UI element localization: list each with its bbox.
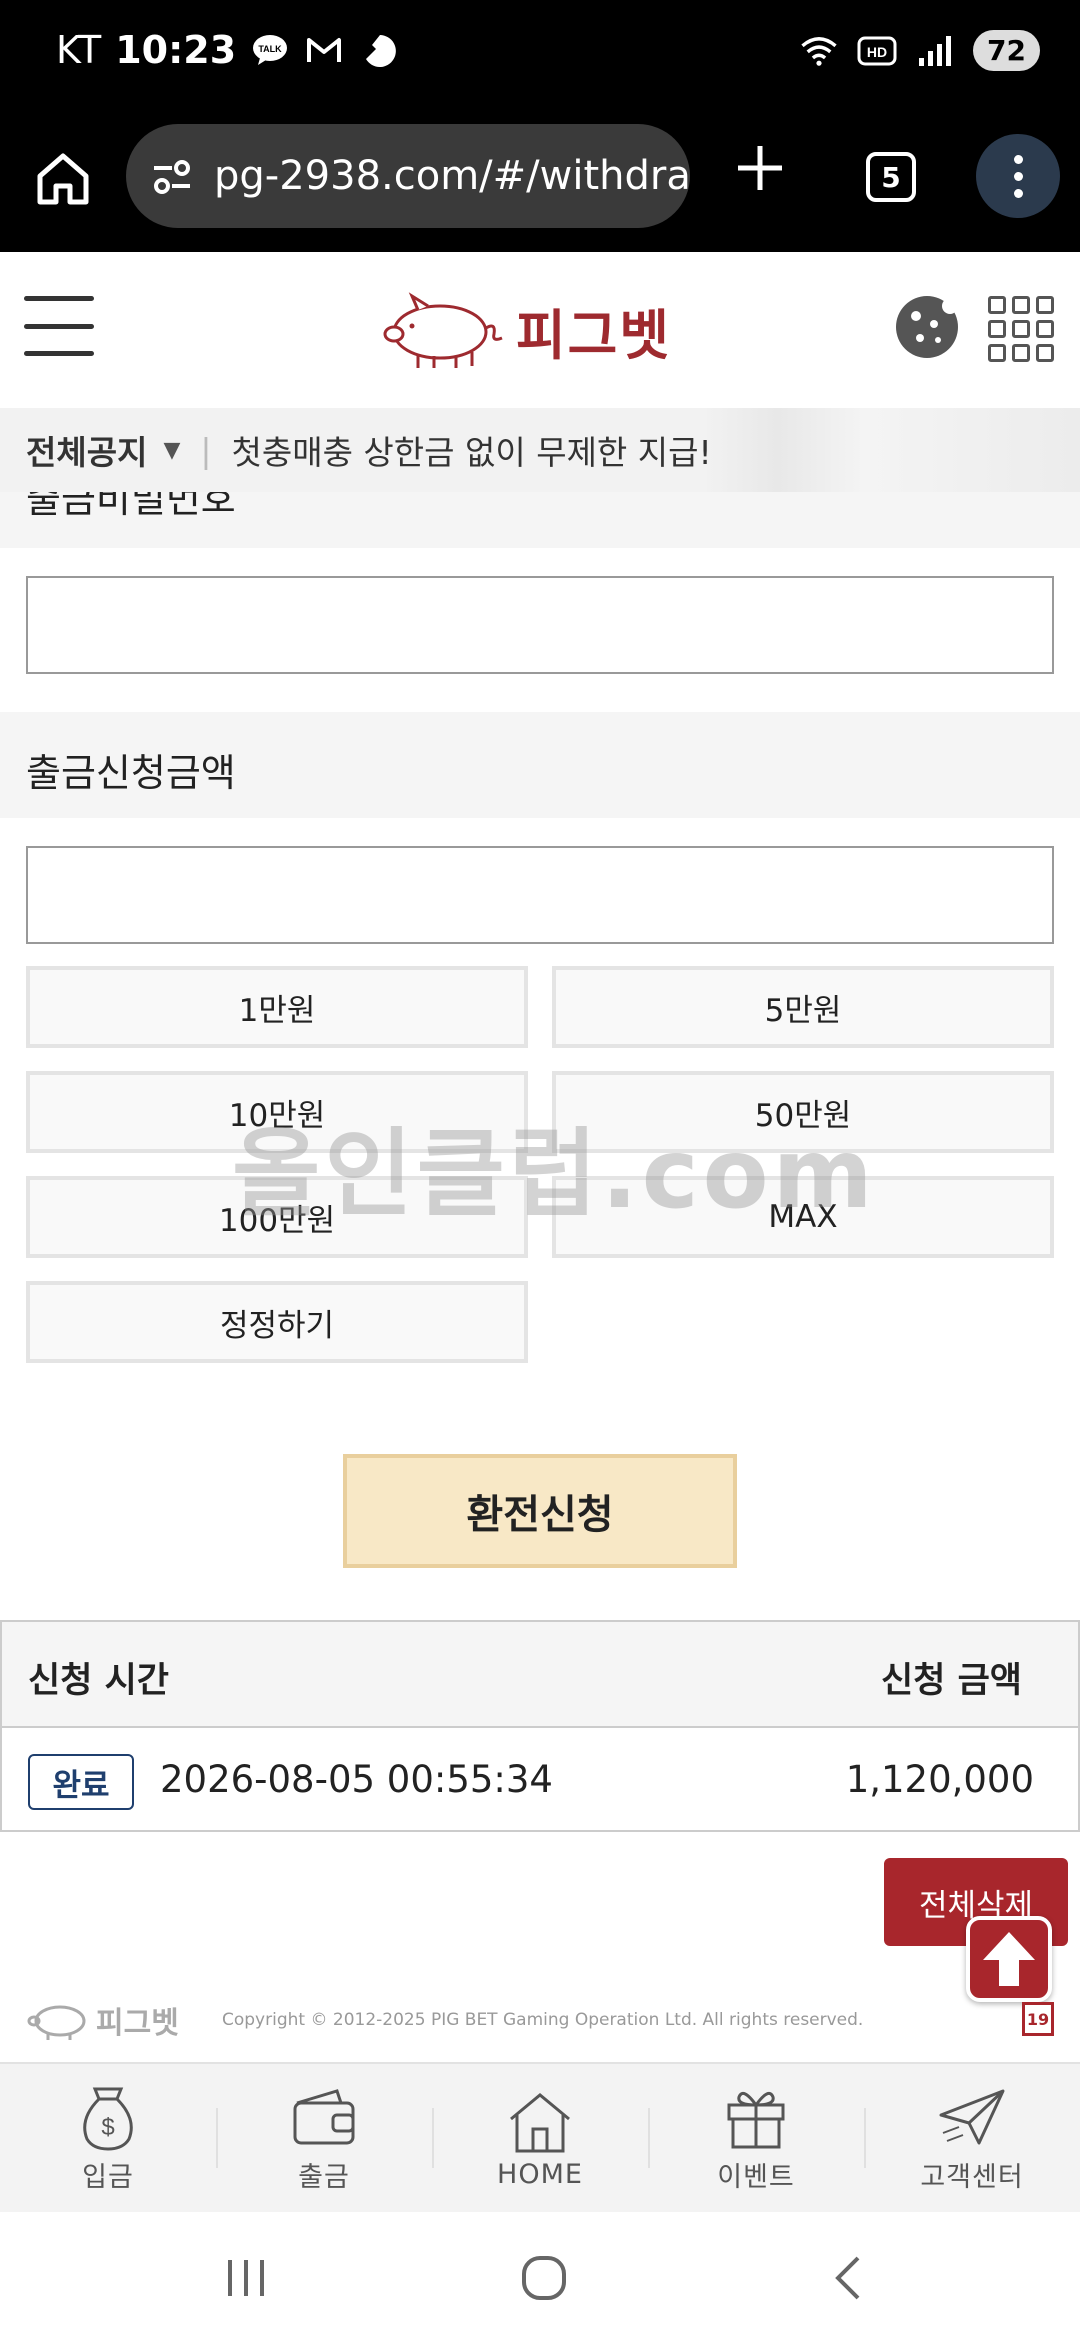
nav-label: 이벤트 <box>717 2161 795 2193</box>
new-tab-icon[interactable] <box>730 138 790 198</box>
nav-label: 고객센터 <box>920 2161 1024 2193</box>
nav-label: HOME <box>497 2158 583 2190</box>
footer-logo: 피그벳 <box>26 1998 179 2042</box>
password-section-header: 출금비밀번호 <box>0 492 1080 548</box>
nav-home[interactable]: HOME <box>432 2064 648 2214</box>
nav-event[interactable]: 이벤트 <box>648 2064 864 2214</box>
notice-label: 전체공지 <box>26 433 148 472</box>
password-label: 출금비밀번호 <box>26 492 236 521</box>
wifi-icon <box>799 31 839 71</box>
signal-icon <box>915 31 955 71</box>
paper-plane-icon <box>939 2089 1005 2144</box>
wallet-icon <box>293 2088 355 2144</box>
amount-1m-button[interactable]: 100만원 <box>26 1176 528 1258</box>
site-header: 피그벳 <box>0 252 1080 408</box>
footer: 피그벳 Copyright © 2012-2025 PIG BET Gaming… <box>0 1992 1080 2052</box>
amount-reset-button[interactable]: 정정하기 <box>26 1281 528 1363</box>
gift-icon <box>727 2091 785 2148</box>
app-grid-icon[interactable] <box>988 296 1054 362</box>
svg-text:HD: HD <box>867 44 887 60</box>
battery-indicator: 72 <box>973 30 1040 71</box>
amount-label: 출금신청금액 <box>26 751 236 795</box>
clock: 10:23 <box>115 28 237 72</box>
withdraw-history-table: 신청 시간 신청 금액 완료 2026-08-05 00:55:34 1,120… <box>0 1620 1080 1832</box>
site-settings-icon[interactable] <box>150 154 194 198</box>
table-row: 완료 2026-08-05 00:55:34 1,120,000 <box>2 1728 1078 1832</box>
pig-logo-icon <box>383 292 503 368</box>
age-restriction-badge: 19 <box>1022 2002 1054 2036</box>
amount-500k-button[interactable]: 50만원 <box>552 1071 1054 1153</box>
status-badge: 완료 <box>28 1754 134 1810</box>
amount-100k-button[interactable]: 10만원 <box>26 1071 528 1153</box>
request-amount: 1,120,000 <box>845 1758 1034 1801</box>
browser-toolbar: pg-2938.com/#/withdraw 5 <box>0 110 1080 252</box>
nav-deposit[interactable]: $ 입금 <box>0 2064 216 2214</box>
money-bag-icon: $ <box>83 2087 133 2151</box>
back-icon[interactable] <box>818 2250 878 2306</box>
browser-menu-icon[interactable] <box>976 134 1060 218</box>
pig-logo-icon <box>27 2005 86 2040</box>
table-header: 신청 시간 신청 금액 <box>2 1622 1078 1728</box>
nav-withdraw[interactable]: 출금 <box>216 2064 432 2214</box>
request-time: 2026-08-05 00:55:34 <box>160 1758 553 1801</box>
withdraw-submit-button[interactable]: 환전신청 <box>343 1454 737 1568</box>
svg-text:TALK: TALK <box>258 44 282 54</box>
nav-label: 입금 <box>82 2161 134 2193</box>
amount-50k-button[interactable]: 5만원 <box>552 966 1054 1048</box>
hamburger-menu-icon[interactable] <box>24 296 94 356</box>
withdraw-amount-input[interactable] <box>26 846 1054 944</box>
tab-switcher-button[interactable]: 5 <box>866 152 916 202</box>
svg-text:$: $ <box>101 2114 114 2141</box>
column-header-amount: 신청 금액 <box>881 1661 1022 1701</box>
notice-bar[interactable]: 전체공지 ▼ | 첫충매충 상한금 없이 무제한 지급! <box>0 408 1080 492</box>
nav-label: 출금 <box>298 2161 350 2193</box>
logo-text: 피그벳 <box>516 303 672 367</box>
cookie-icon[interactable] <box>894 294 960 360</box>
bottom-navigation: $ 입금 출금 HOME 이벤트 고객센터 <box>0 2062 1080 2212</box>
column-header-time: 신청 시간 <box>28 1661 169 1701</box>
caret-down-icon[interactable]: ▼ <box>163 438 180 463</box>
status-bar: KT 10:23 TALK HD 72 <box>0 0 1080 110</box>
nav-customer-center[interactable]: 고객센터 <box>864 2064 1080 2214</box>
recent-apps-icon[interactable] <box>216 2250 276 2306</box>
footer-logo-text: 피그벳 <box>96 2006 179 2041</box>
app-notification-icon <box>358 30 398 70</box>
system-navigation-bar <box>0 2212 1080 2340</box>
amount-section-header: 출금신청금액 <box>0 712 1080 818</box>
home-circle-icon[interactable] <box>514 2250 574 2306</box>
site-logo[interactable]: 피그벳 <box>378 280 698 380</box>
carrier-label: KT <box>56 28 102 72</box>
house-icon <box>510 2092 570 2152</box>
browser-home-icon[interactable] <box>30 146 96 212</box>
withdraw-password-input[interactable] <box>26 576 1054 674</box>
kakaotalk-icon: TALK <box>250 30 290 70</box>
copyright-text: Copyright © 2012-2025 PIG BET Gaming Ope… <box>222 2010 864 2030</box>
hd-voice-icon: HD <box>857 31 897 71</box>
amount-10k-button[interactable]: 1만원 <box>26 966 528 1048</box>
address-bar[interactable]: pg-2938.com/#/withdraw <box>126 124 690 228</box>
url-text: pg-2938.com/#/withdraw <box>214 153 690 199</box>
notice-text: 첫충매충 상한금 없이 무제한 지급! <box>231 433 712 472</box>
scroll-to-top-button[interactable] <box>966 1916 1052 2002</box>
amount-max-button[interactable]: MAX <box>552 1176 1054 1258</box>
gmail-icon <box>304 30 344 70</box>
arrow-up-icon <box>983 1932 1035 1986</box>
